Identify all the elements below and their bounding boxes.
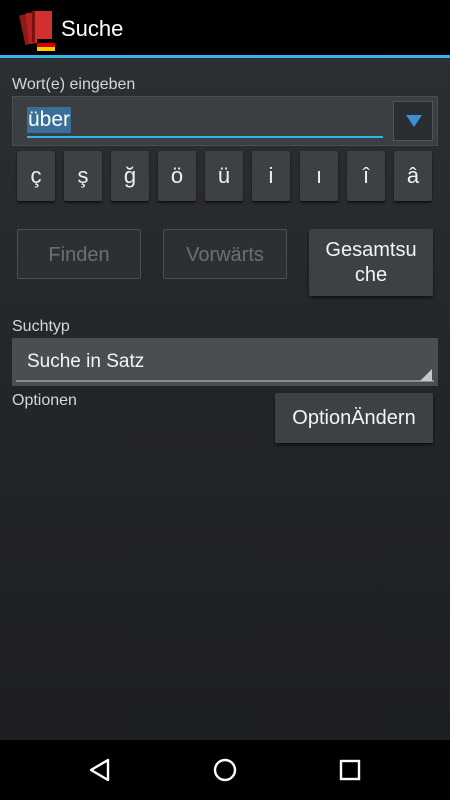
change-option-button[interactable]: OptionÄndern [275,393,433,443]
options-label: Optionen [12,392,77,409]
char-key[interactable]: ı [300,151,338,201]
char-key[interactable]: ç [17,151,55,201]
triangle-down-icon [406,115,422,127]
char-key[interactable]: â [394,151,432,201]
search-type-spinner[interactable]: Suche in Satz [12,338,438,386]
action-bar: Suche [0,0,450,58]
recents-icon[interactable] [335,755,365,785]
full-search-button[interactable]: Gesamtsu che [309,229,433,296]
char-key[interactable]: i [252,151,290,201]
back-icon[interactable] [85,755,115,785]
forward-button[interactable]: Vorwärts [163,229,287,279]
input-underline [27,136,383,138]
char-key[interactable]: ğ [111,151,149,201]
spinner-underline [16,380,434,382]
find-button[interactable]: Finden [17,229,141,279]
full-search-label-line2: che [354,264,388,286]
navigation-bar [0,740,450,800]
full-search-label-line1: Gesamtsu [325,239,417,261]
char-key[interactable]: î [347,151,385,201]
dictionary-book-icon[interactable] [19,9,57,51]
search-type-value: Suche in Satz [27,351,145,372]
word-autocomplete: über [12,96,438,146]
word-input-label: Wort(e) eingeben [12,76,136,93]
char-key[interactable]: ü [205,151,243,201]
search-type-label: Suchtyp [12,318,70,335]
spinner-corner-icon [420,369,432,381]
special-char-row: ç ş ğ ö ü i ı î â [17,151,435,201]
page-title: Suche [61,16,124,41]
word-input[interactable]: über [27,107,72,133]
char-key[interactable]: ö [158,151,196,201]
home-icon[interactable] [210,755,240,785]
char-key[interactable]: ş [64,151,102,201]
word-dropdown-button[interactable] [393,101,433,141]
